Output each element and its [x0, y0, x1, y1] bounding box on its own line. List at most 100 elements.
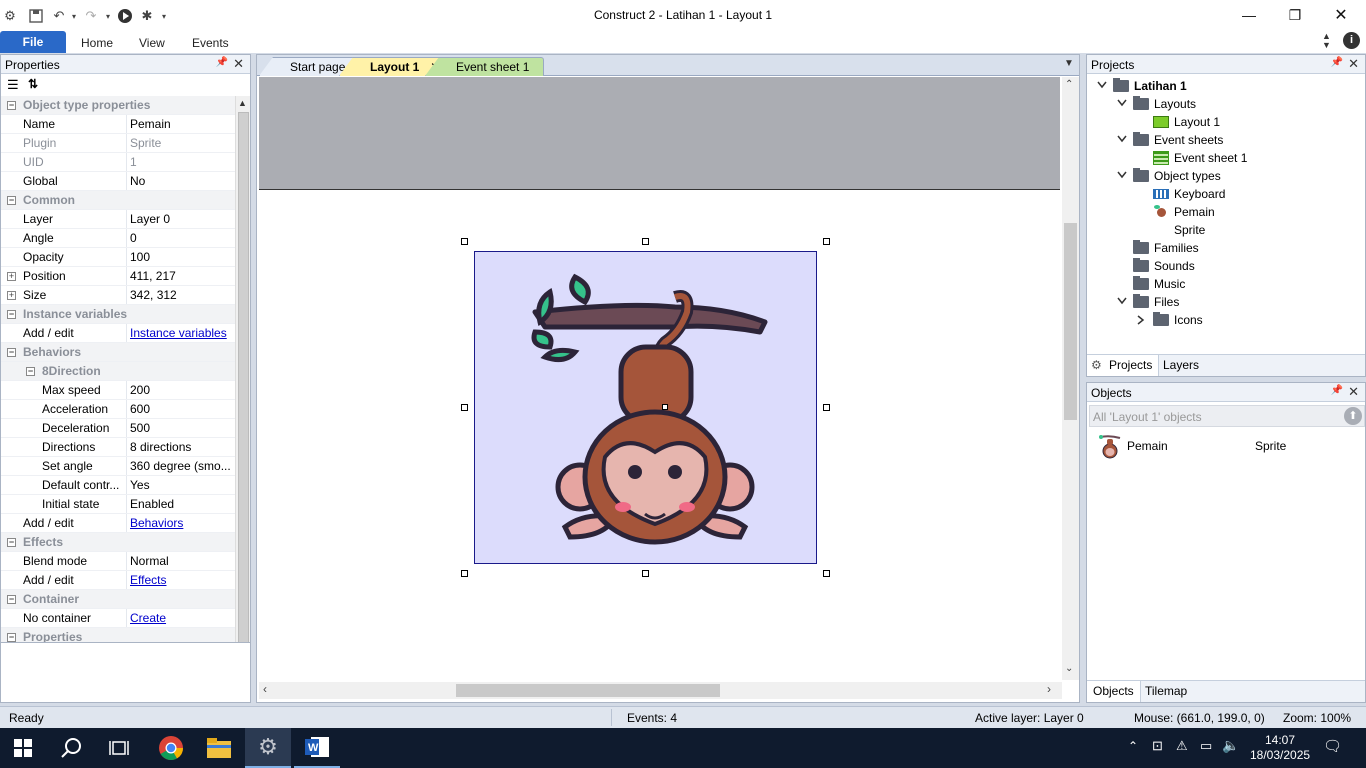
- tree-item[interactable]: Sounds: [1133, 258, 1195, 273]
- tree-item[interactable]: Sprite: [1153, 223, 1205, 237]
- pin-icon[interactable]: 📌: [1331, 385, 1343, 396]
- collapse-icon[interactable]: −: [7, 101, 16, 110]
- property-value[interactable]: 411, 217: [127, 267, 235, 285]
- chevron-down-icon[interactable]: [1117, 135, 1127, 145]
- show-hidden-icons-icon[interactable]: ⌃: [1128, 739, 1138, 753]
- canvas-vertical-scrollbar[interactable]: ⌃ ⌄: [1062, 77, 1079, 680]
- tree-item[interactable]: Files: [1133, 294, 1179, 309]
- tree-item[interactable]: Pemain: [1153, 205, 1215, 219]
- property-value[interactable]: Yes: [127, 476, 235, 494]
- resize-handle-sw[interactable]: [461, 570, 468, 577]
- collapse-icon[interactable]: −: [7, 348, 16, 357]
- tab-layers[interactable]: Layers: [1157, 355, 1205, 376]
- resize-handle-nw[interactable]: [461, 238, 468, 245]
- resize-handle-e[interactable]: [823, 404, 830, 411]
- property-row[interactable]: No container Create: [1, 609, 235, 628]
- chevron-down-icon[interactable]: [1117, 297, 1127, 307]
- info-icon[interactable]: i: [1343, 32, 1360, 49]
- file-tab[interactable]: File: [0, 31, 66, 53]
- collapse-icon[interactable]: −: [7, 633, 16, 642]
- resize-handle-s[interactable]: [642, 570, 649, 577]
- property-row[interactable]: Opacity 100: [1, 248, 235, 267]
- device-icon[interactable]: ⊡: [1152, 738, 1163, 754]
- property-row[interactable]: Global No: [1, 172, 235, 191]
- property-value[interactable]: 100: [127, 248, 235, 266]
- canvas-horizontal-scrollbar[interactable]: ‹ ›: [259, 682, 1062, 699]
- property-row[interactable]: + Position 411, 217: [1, 267, 235, 286]
- property-row[interactable]: Layer Layer 0: [1, 210, 235, 229]
- property-value[interactable]: Behaviors: [127, 514, 235, 532]
- property-value[interactable]: 342, 312: [127, 286, 235, 304]
- property-row[interactable]: UID 1: [1, 153, 235, 172]
- chrome-button[interactable]: [148, 728, 194, 768]
- property-value[interactable]: Instance variables: [127, 324, 235, 342]
- property-row[interactable]: Default contr... Yes: [1, 476, 235, 495]
- file-explorer-button[interactable]: [196, 728, 242, 768]
- close-panel-icon[interactable]: ✕: [1348, 384, 1359, 400]
- warning-icon[interactable]: ⚠: [1176, 738, 1188, 754]
- property-link[interactable]: Behaviors: [130, 516, 183, 530]
- pemain-sprite[interactable]: [474, 251, 817, 564]
- property-section[interactable]: − Object type properties: [1, 96, 235, 115]
- close-button[interactable]: ✕: [1318, 4, 1364, 26]
- construct-2-button[interactable]: ⚙: [245, 728, 291, 768]
- pin-icon[interactable]: 📌: [1331, 57, 1343, 68]
- restore-button[interactable]: ❐: [1272, 4, 1318, 26]
- property-row[interactable]: Max speed 200: [1, 381, 235, 400]
- property-row[interactable]: Deceleration 500: [1, 419, 235, 438]
- minimize-button[interactable]: —: [1226, 4, 1272, 26]
- property-value[interactable]: Create: [127, 609, 235, 627]
- property-value[interactable]: 600: [127, 400, 235, 418]
- start-button[interactable]: [0, 728, 46, 768]
- tree-item[interactable]: Keyboard: [1153, 187, 1225, 201]
- property-section[interactable]: − Instance variables: [1, 305, 235, 324]
- property-row[interactable]: Directions 8 directions: [1, 438, 235, 457]
- property-section[interactable]: − Behaviors: [1, 343, 235, 362]
- property-link[interactable]: Create: [130, 611, 166, 625]
- property-value[interactable]: Enabled: [127, 495, 235, 513]
- property-value[interactable]: 500: [127, 419, 235, 437]
- tab-projects[interactable]: ⚙ Projects: [1087, 355, 1160, 376]
- property-row[interactable]: Add / edit Effects: [1, 571, 235, 590]
- collapse-icon[interactable]: −: [7, 196, 16, 205]
- property-value[interactable]: Effects: [127, 571, 235, 589]
- property-value[interactable]: 1: [127, 153, 235, 171]
- collapse-icon[interactable]: −: [7, 538, 16, 547]
- word-button[interactable]: W: [294, 728, 340, 768]
- resize-handle-n[interactable]: [642, 238, 649, 245]
- property-value[interactable]: Layer 0: [127, 210, 235, 228]
- property-value[interactable]: Normal: [127, 552, 235, 570]
- property-value[interactable]: 0: [127, 229, 235, 247]
- task-view-button[interactable]: [96, 728, 142, 768]
- expand-icon[interactable]: +: [7, 272, 16, 281]
- property-value[interactable]: Pemain: [127, 115, 235, 133]
- tree-item[interactable]: Layouts: [1133, 96, 1196, 111]
- property-link[interactable]: Instance variables: [130, 326, 227, 340]
- property-link[interactable]: Effects: [130, 573, 166, 587]
- object-item[interactable]: Pemain Sprite: [1093, 431, 1363, 461]
- clock[interactable]: 14:07 18/03/2025: [1250, 733, 1310, 763]
- property-row[interactable]: Initial state Enabled: [1, 495, 235, 514]
- property-row[interactable]: Angle 0: [1, 229, 235, 248]
- resize-handle-se[interactable]: [823, 570, 830, 577]
- collapse-icon[interactable]: −: [26, 367, 35, 376]
- network-icon[interactable]: ▭: [1200, 738, 1212, 754]
- expand-icon[interactable]: +: [7, 291, 16, 300]
- property-section[interactable]: − Common: [1, 191, 235, 210]
- tree-item[interactable]: Object types: [1133, 168, 1221, 183]
- property-row[interactable]: Blend mode Normal: [1, 552, 235, 571]
- objects-filter[interactable]: All 'Layout 1' objects ⬆: [1089, 405, 1365, 427]
- chevron-down-icon[interactable]: [1097, 81, 1107, 91]
- tab-events[interactable]: Events: [192, 36, 229, 50]
- volume-muted-icon[interactable]: 🔈: [1222, 737, 1239, 754]
- tree-item[interactable]: Event sheet 1: [1153, 151, 1247, 165]
- tree-item[interactable]: Event sheets: [1133, 132, 1223, 147]
- pin-icon[interactable]: 📌: [216, 57, 228, 68]
- property-value[interactable]: 8 directions: [127, 438, 235, 456]
- tree-item[interactable]: Music: [1133, 276, 1185, 291]
- layout-canvas[interactable]: [259, 77, 1060, 680]
- property-row[interactable]: Add / edit Instance variables: [1, 324, 235, 343]
- property-value[interactable]: Sprite: [127, 134, 235, 152]
- property-row[interactable]: Name Pemain: [1, 115, 235, 134]
- close-panel-icon[interactable]: ✕: [233, 56, 244, 72]
